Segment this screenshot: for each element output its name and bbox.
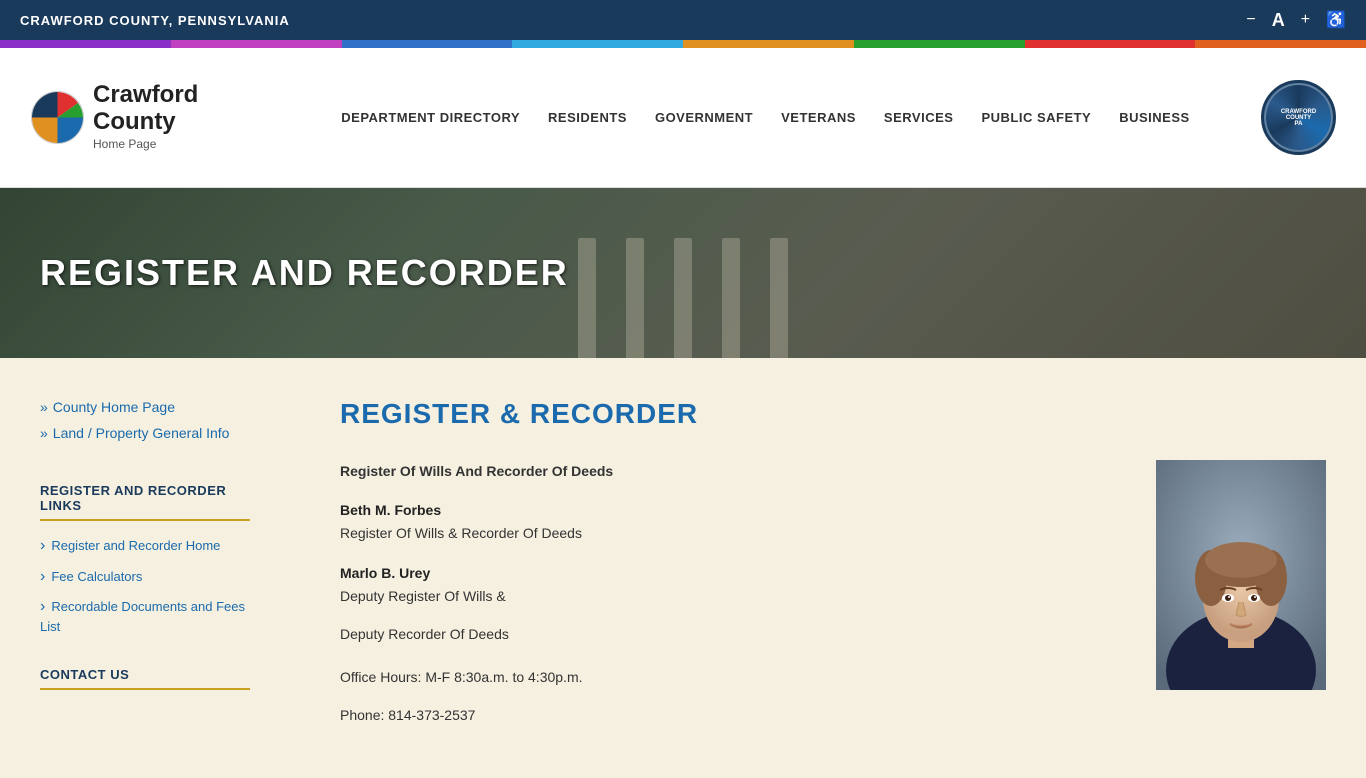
- intro-text: Register Of Wills And Recorder Of Deeds: [340, 463, 613, 479]
- logo-text: Crawford County Home Page: [93, 82, 198, 153]
- hero-title: REGISTER AND RECORDER: [40, 252, 569, 294]
- person2-block: Marlo B. Urey Deputy Register Of Wills &…: [340, 565, 1126, 646]
- portrait-svg: [1156, 460, 1326, 690]
- nav-item-residents[interactable]: RESIDENTS: [548, 110, 627, 125]
- nav-item-department[interactable]: DEPARTMENT DIRECTORY: [341, 110, 520, 125]
- contact-us-section: CONTACT US: [40, 667, 250, 690]
- person-photo: [1156, 460, 1326, 690]
- sidebar-links-section: REGISTER AND RECORDER LINKS Register and…: [40, 483, 250, 636]
- hero-banner: REGISTER AND RECORDER: [0, 188, 1366, 358]
- font-decrease-button[interactable]: −: [1246, 11, 1255, 29]
- main-nav: DEPARTMENT DIRECTORY RESIDENTS GOVERNMEN…: [270, 110, 1261, 125]
- font-increase-button[interactable]: +: [1301, 11, 1310, 29]
- office-info: Office Hours: M-F 8:30a.m. to 4:30p.m. P…: [340, 666, 1126, 727]
- person1-name: Beth M. Forbes: [340, 502, 1126, 518]
- main-content: REGISTER & RECORDER Register Of Wills An…: [280, 358, 1366, 778]
- logo-icon: [30, 90, 85, 145]
- font-size-icon: A: [1272, 10, 1285, 31]
- section-title: REGISTER & RECORDER: [340, 398, 1326, 430]
- nav-item-veterans[interactable]: VETERANS: [781, 110, 856, 125]
- county-seal: CRAWFORDCOUNTYPA: [1261, 80, 1336, 155]
- person2-title1: Deputy Register Of Wills &: [340, 585, 1126, 607]
- site-header: Crawford County Home Page DEPARTMENT DIR…: [0, 48, 1366, 188]
- person2-title2: Deputy Recorder Of Deeds: [340, 623, 1126, 645]
- sidebar-link-recordable[interactable]: Recordable Documents and Fees List: [40, 596, 250, 637]
- phone: Phone: 814-373-2537: [340, 704, 1126, 726]
- accessibility-controls: − A + ♿: [1246, 10, 1346, 31]
- nav-item-services[interactable]: SERVICES: [884, 110, 954, 125]
- content-body: Register Of Wills And Recorder Of Deeds …: [340, 460, 1326, 742]
- seal-inner: CRAWFORDCOUNTYPA: [1266, 85, 1331, 150]
- content-wrapper: County Home Page Land / Property General…: [0, 358, 1366, 778]
- breadcrumb-county-home[interactable]: County Home Page: [40, 398, 250, 418]
- breadcrumb-land-property[interactable]: Land / Property General Info: [40, 424, 250, 444]
- top-bar: CRAWFORD COUNTY, PENNSYLVANIA − A + ♿: [0, 0, 1366, 40]
- content-text: Register Of Wills And Recorder Of Deeds …: [340, 460, 1126, 742]
- contact-us-title: CONTACT US: [40, 667, 250, 690]
- intro-block: Register Of Wills And Recorder Of Deeds: [340, 460, 1126, 482]
- sidebar-links-title: REGISTER AND RECORDER LINKS: [40, 483, 250, 521]
- nav-item-public-safety[interactable]: PUBLIC SAFETY: [981, 110, 1091, 125]
- sidebar-link-fee[interactable]: Fee Calculators: [40, 566, 250, 588]
- sidebar-breadcrumb: County Home Page Land / Property General…: [40, 398, 250, 443]
- accessibility-icon[interactable]: ♿: [1326, 10, 1346, 30]
- sidebar: County Home Page Land / Property General…: [0, 358, 280, 778]
- logo-subtext: Home Page: [93, 137, 156, 151]
- county-title: CRAWFORD COUNTY, PENNSYLVANIA: [20, 13, 290, 28]
- logo-area[interactable]: Crawford County Home Page: [30, 82, 230, 153]
- nav-item-business[interactable]: BUSINESS: [1119, 110, 1189, 125]
- person2-name: Marlo B. Urey: [340, 565, 1126, 581]
- person1-block: Beth M. Forbes Register Of Wills & Recor…: [340, 502, 1126, 544]
- color-stripe: [0, 40, 1366, 48]
- sidebar-link-home[interactable]: Register and Recorder Home: [40, 535, 250, 557]
- office-hours: Office Hours: M-F 8:30a.m. to 4:30p.m.: [340, 666, 1126, 688]
- nav-item-government[interactable]: GOVERNMENT: [655, 110, 753, 125]
- person1-title: Register Of Wills & Recorder Of Deeds: [340, 522, 1126, 544]
